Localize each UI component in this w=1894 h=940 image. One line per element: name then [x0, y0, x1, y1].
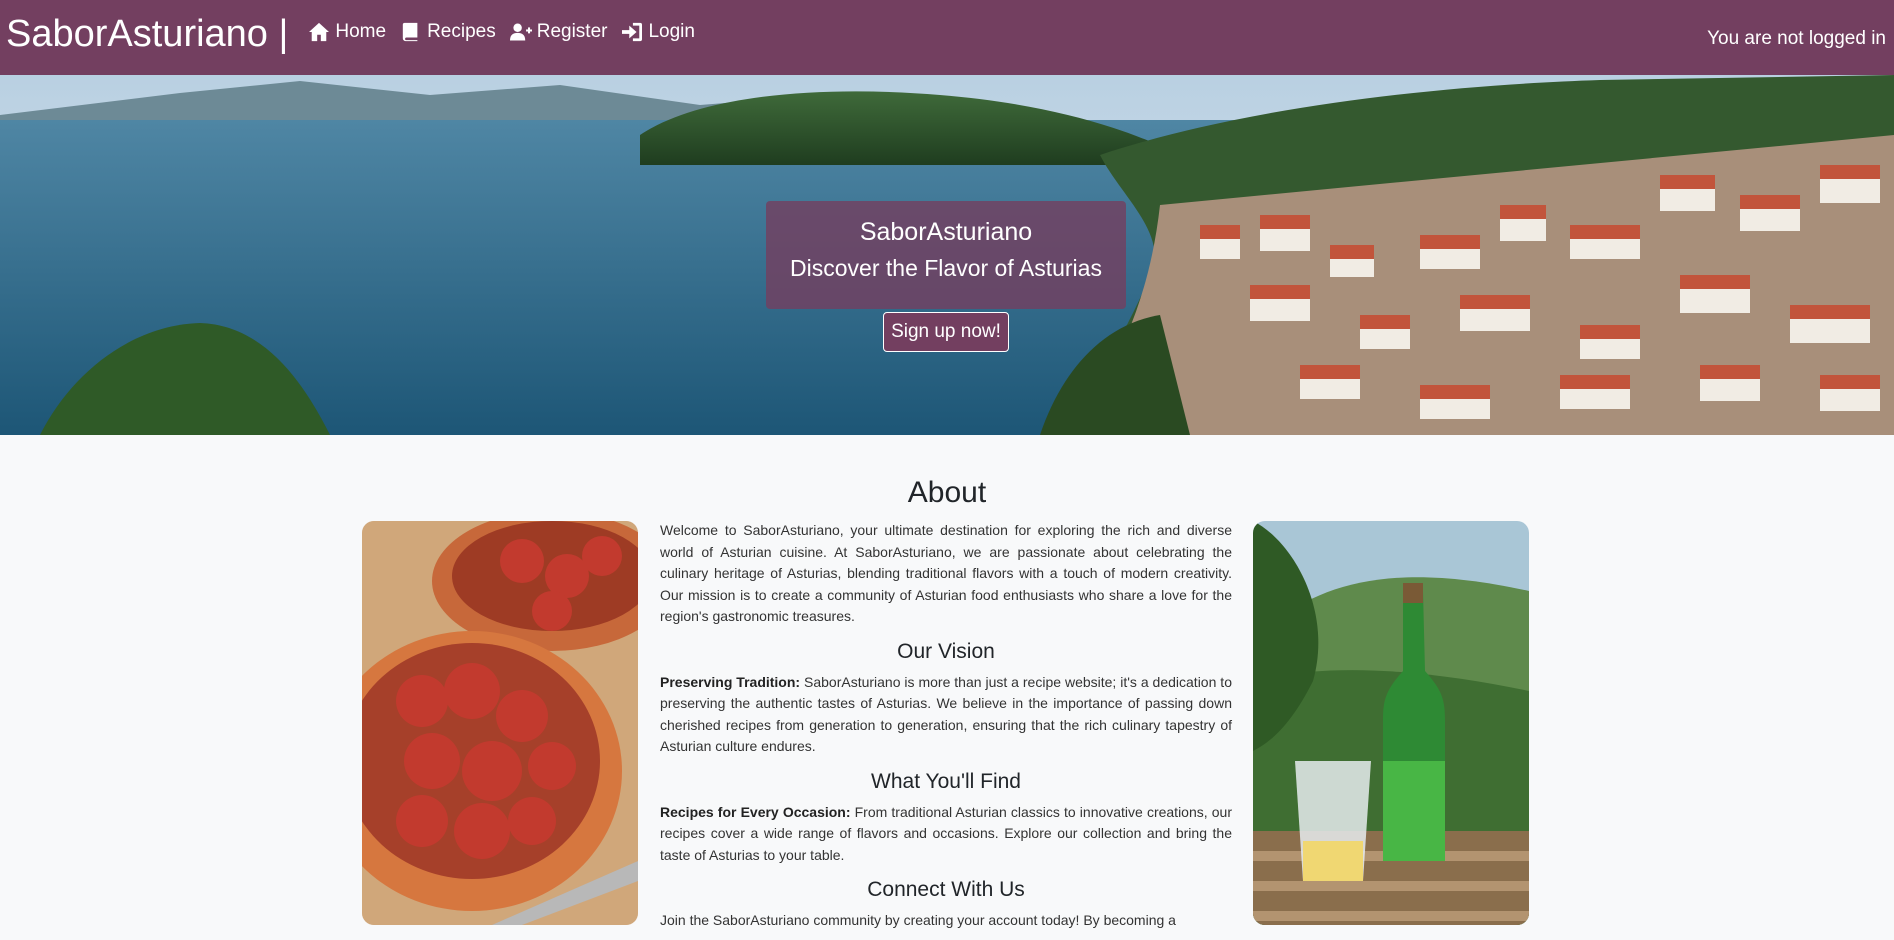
user-plus-icon [509, 23, 532, 41]
hero-title: SaborAsturiano [859, 218, 1033, 246]
hero-text-box: SaborAsturiano Discover the Flavor of As… [766, 201, 1126, 309]
section-lead: Recipes for Every Occasion: [660, 803, 851, 820]
section-body: Join the SaborAsturiano community by cre… [660, 910, 1232, 932]
about-text: Welcome to SaborAsturiano, your ultimate… [660, 520, 1232, 932]
section-heading: Our Vision [897, 639, 995, 663]
site-brand[interactable]: SaborAsturiano | [6, 12, 288, 56]
about-heading: About [907, 476, 987, 509]
hero-banner: SaborAsturiano Discover the Flavor of As… [0, 75, 1894, 435]
nav-login-label: Login [648, 21, 695, 42]
nav-links: Home Recipes Register Login [308, 21, 695, 43]
section-body: Preserving Tradition: SaborAsturiano is … [660, 672, 1232, 758]
signup-button[interactable]: Sign up now! [883, 312, 1009, 352]
about-intro: Welcome to SaborAsturiano, your ultimate… [660, 522, 1232, 624]
nav-recipes-label: Recipes [427, 21, 496, 42]
sign-in-icon [622, 22, 643, 42]
cider-bottle-image [1253, 521, 1529, 925]
navbar: SaborAsturiano | Home Recipes Register L… [0, 0, 1894, 75]
hero-subtitle: Discover the Flavor of Asturias [790, 255, 1102, 281]
section-lead: Preserving Tradition: [660, 673, 801, 690]
nav-home-link[interactable]: Home [308, 21, 386, 43]
section-heading: What You'll Find [871, 769, 1021, 793]
nav-register-link[interactable]: Register [509, 21, 608, 43]
book-icon [402, 22, 418, 42]
section-heading: Connect With Us [867, 878, 1025, 901]
nav-login-link[interactable]: Login [621, 21, 695, 43]
section-body: Recipes for Every Occasion: From traditi… [660, 802, 1232, 867]
nav-recipes-link[interactable]: Recipes [400, 21, 496, 43]
nav-home-label: Home [335, 21, 387, 42]
nav-register-label: Register [536, 21, 608, 42]
section-text: Join the SaborAsturiano community by cre… [660, 912, 1176, 928]
home-icon [309, 22, 330, 42]
chorizo-dish-image [362, 521, 638, 925]
login-status: You are not logged in [1707, 28, 1886, 49]
